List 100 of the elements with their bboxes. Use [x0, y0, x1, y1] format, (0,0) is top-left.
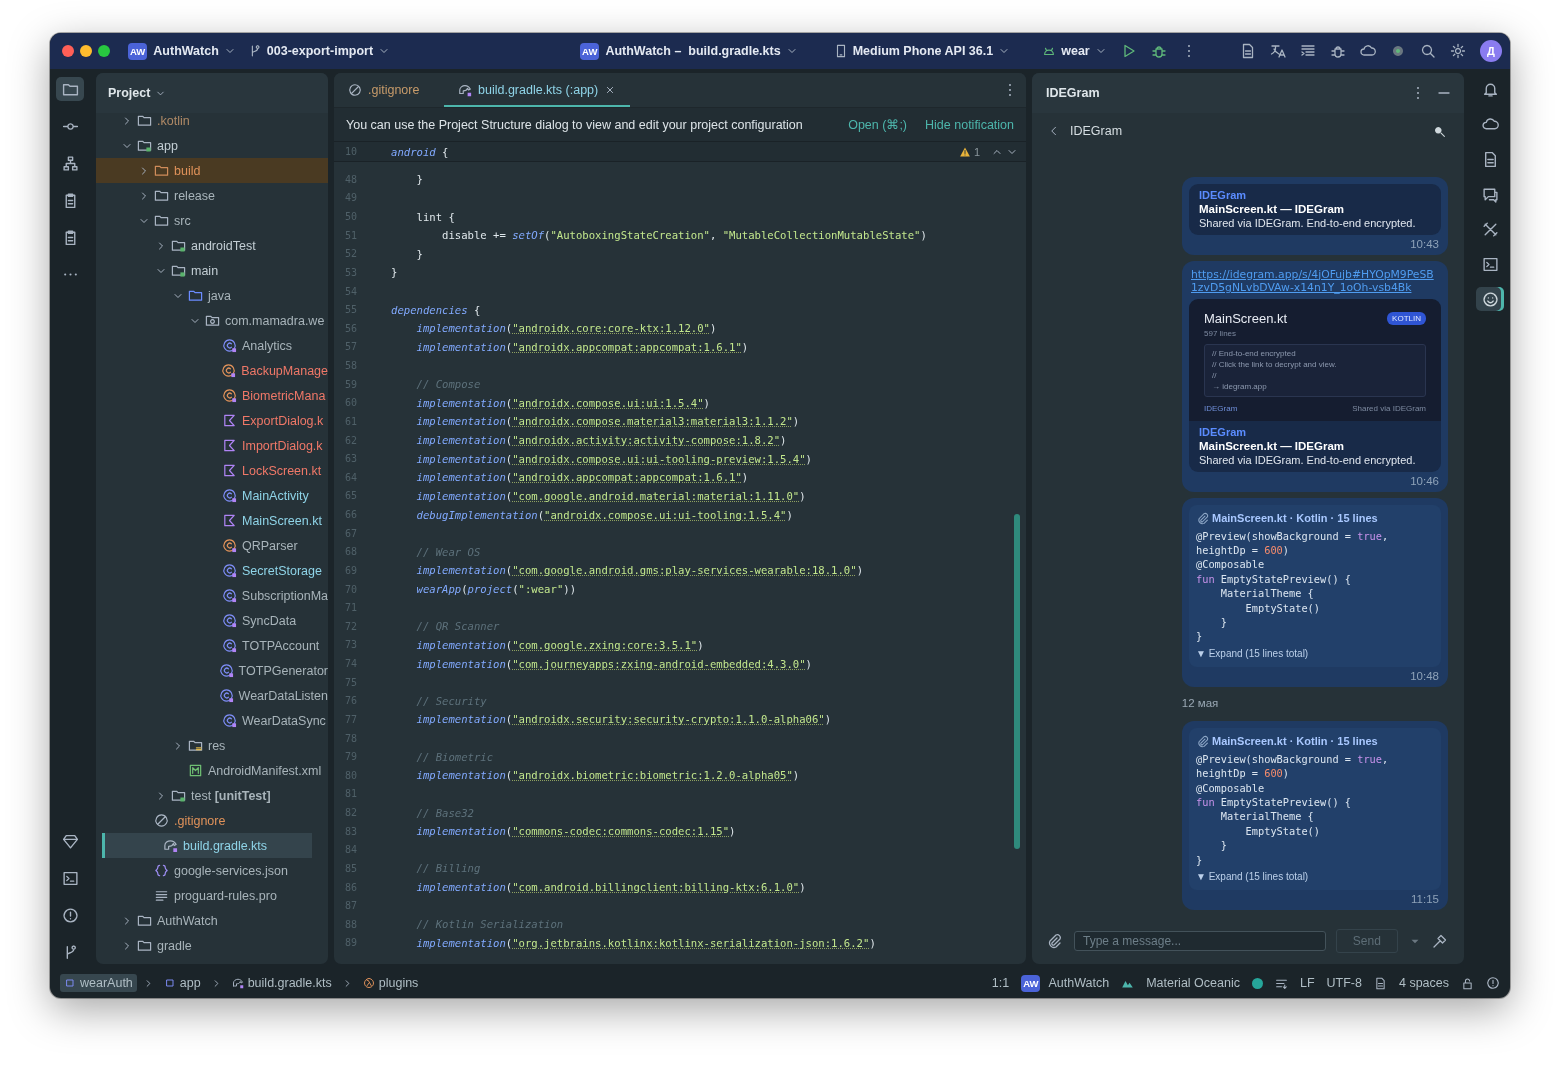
item-label: SubscriptionMa — [241, 588, 328, 603]
breadcrumb[interactable]: wearAuth — [60, 974, 137, 992]
code-line: implementation("com.google.zxing:core:3.5.1") — [415, 638, 704, 651]
tree-item[interactable]: ExportDialog.k — [96, 408, 328, 433]
tree-item[interactable]: WearDataListen — [96, 683, 328, 708]
tree-item[interactable]: test [unitTest] — [96, 783, 328, 808]
shared-file-card[interactable]: IDEGram MainScreen.kt — IDEGram Shared via IDEGram. End-to-end encrypted. — [1189, 420, 1441, 472]
project-tool-button[interactable] — [56, 77, 84, 101]
minimize-window-button[interactable] — [80, 45, 92, 57]
paperclip-icon[interactable] — [1046, 933, 1062, 949]
chat-icon[interactable] — [1481, 185, 1499, 203]
tree-item[interactable]: com.mamadra.we — [96, 308, 328, 333]
indent-setting[interactable]: 4 spaces — [1398, 976, 1449, 990]
tree-item[interactable]: SecretStorage — [96, 558, 328, 583]
cloud-icon[interactable] — [1360, 43, 1376, 59]
tree-item[interactable]: .gitignore — [96, 808, 328, 833]
tree-item[interactable]: TOTPGenerator — [96, 658, 328, 683]
message-link[interactable]: https://idegram.app/s/4jOFujb#HYOpM9PeSB1zvD5gNLvbDVAw-x14n1Y_1oOh-vsb4Bk — [1189, 267, 1441, 299]
bug-icon[interactable] — [1150, 43, 1167, 59]
warning-icon[interactable] — [61, 906, 79, 924]
tree-item[interactable]: Analytics — [96, 333, 328, 358]
tree-item[interactable]: QRParser — [96, 533, 328, 558]
tree-item[interactable]: BiometricMana — [96, 383, 328, 408]
terminal-icon[interactable] — [1481, 255, 1499, 273]
breadcrumb[interactable]: app — [159, 974, 205, 992]
warning-icon[interactable] — [1486, 976, 1500, 990]
tree-item[interactable]: MainScreen.kt — [96, 508, 328, 533]
tree-item[interactable]: .kotlin — [96, 108, 328, 133]
caret-position[interactable]: 1:1 — [991, 976, 1010, 990]
tree-item[interactable]: AuthWatch — [96, 908, 328, 933]
lock-icon[interactable] — [1461, 976, 1474, 990]
tree-item[interactable]: BackupManage — [96, 358, 328, 383]
file-encoding[interactable]: UTF-8 — [1326, 976, 1362, 990]
status-indicator[interactable] — [1251, 977, 1263, 989]
bell-icon[interactable] — [1481, 80, 1499, 98]
tree-item[interactable]: build — [96, 158, 328, 183]
tree-item[interactable]: SubscriptionMa — [96, 583, 328, 608]
zoom-window-button[interactable] — [98, 45, 110, 57]
breadcrumb[interactable]: build.gradle.kts — [227, 974, 336, 992]
code-line: // Wear OS — [415, 545, 481, 558]
code-line: @Preview(showBackground = true, — [1196, 751, 1390, 767]
notification-link[interactable]: Hide notification — [925, 117, 1014, 132]
warning-count: 1 — [973, 145, 980, 158]
user-avatar[interactable]: Д — [1480, 40, 1502, 62]
expand-link[interactable]: ▼ Expand (15 lines total) — [1196, 647, 1434, 659]
tree-item[interactable]: release — [96, 183, 328, 208]
tree-item[interactable]: res — [96, 733, 328, 758]
translate-icon[interactable] — [1270, 43, 1286, 59]
tree-item[interactable]: proguard-rules.pro — [96, 883, 328, 908]
folder-icon — [137, 113, 152, 128]
code-line: implementation("com.android.billingclient:billing-ktx:6.1.0") — [415, 881, 806, 894]
tree-item[interactable]: java — [96, 283, 328, 308]
notification-link[interactable]: Open (⌘;) — [848, 117, 908, 132]
line-separator[interactable]: LF — [1299, 976, 1315, 990]
resource-folder-icon — [188, 738, 203, 753]
tools-icon[interactable] — [1481, 220, 1499, 238]
shared-file-card[interactable]: IDEGram MainScreen.kt — IDEGram Shared via IDEGram. End-to-end encrypted. — [1189, 183, 1441, 235]
project-switcher[interactable]: AW AuthWatch — [128, 42, 236, 60]
tree-item[interactable]: build.gradle.kts — [102, 833, 312, 858]
terminal-icon[interactable] — [61, 869, 79, 887]
record-icon[interactable] — [1390, 43, 1406, 59]
editor-tab[interactable]: build.gradle.kts (:app) — [444, 73, 631, 107]
file-selector[interactable]: AW AuthWatch – build.gradle.kts — [580, 42, 798, 60]
folder-icon — [154, 188, 169, 203]
tree-item[interactable]: google-services.json — [96, 858, 328, 883]
tree-item[interactable]: src — [96, 208, 328, 233]
tree-item[interactable]: main — [96, 258, 328, 283]
tree-item[interactable]: androidTest — [96, 233, 328, 258]
preview-footer: IDEGram — [1204, 403, 1238, 413]
settings-icon[interactable] — [1450, 43, 1466, 59]
tree-item[interactable]: app — [96, 133, 328, 158]
tree-item[interactable]: gradle — [96, 933, 328, 958]
document-icon[interactable] — [1240, 43, 1256, 59]
branch-selector[interactable]: 003-export-import — [247, 44, 391, 58]
project-name[interactable]: AuthWatch — [1048, 976, 1110, 990]
editor-tab[interactable]: .gitignore — [334, 73, 444, 107]
tree-item[interactable]: LockScreen.kt — [96, 458, 328, 483]
tree-item[interactable]: SyncData — [96, 608, 328, 633]
hierarchy-icon[interactable] — [61, 154, 79, 172]
theme-name[interactable]: Material Oceanic — [1146, 976, 1240, 990]
scrollbar-thumb[interactable] — [1014, 514, 1020, 849]
item-label: SecretStorage — [242, 563, 322, 578]
tree-item[interactable]: WearDataSync — [96, 708, 328, 733]
bug-icon[interactable] — [1330, 43, 1346, 59]
expand-link[interactable]: ▼ Expand (15 lines total) — [1196, 871, 1434, 882]
device-selector[interactable]: Medium Phone API 36.1 — [833, 44, 1011, 58]
view-mode-dropdown[interactable]: Project — [108, 86, 167, 100]
tree-item[interactable]: AndroidManifest.xml — [96, 758, 328, 783]
search-icon[interactable] — [1433, 124, 1446, 138]
diamond-icon[interactable] — [61, 832, 79, 850]
tree-item[interactable]: MainActivity — [96, 483, 328, 508]
message-input[interactable]: Type a message... — [1074, 931, 1326, 951]
close-window-button[interactable] — [62, 45, 74, 57]
tree-item[interactable]: ImportDialog.k — [96, 433, 328, 458]
tree-item[interactable]: TOTPAccount — [96, 633, 328, 658]
breadcrumb[interactable]: plugins — [358, 974, 423, 992]
run-config-selector[interactable]: wear — [1042, 44, 1107, 58]
search-icon[interactable] — [1420, 43, 1436, 59]
list-icon[interactable] — [1300, 43, 1316, 59]
smiley-icon[interactable] — [1481, 290, 1499, 308]
